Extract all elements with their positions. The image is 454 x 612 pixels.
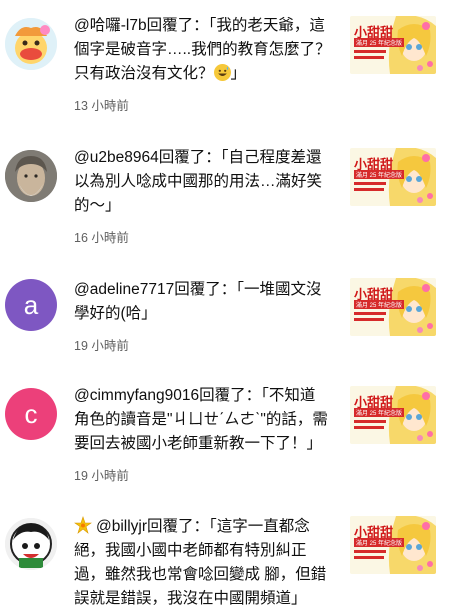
thumbnail-band: 滿月 25 年紀念版	[354, 408, 405, 417]
avatar[interactable]: c	[5, 388, 57, 440]
cartoon-avatar-icon	[5, 518, 57, 570]
cartoon-avatar-icon	[5, 18, 57, 70]
thumbnail-band: 滿月 25 年紀念版	[354, 170, 405, 179]
notification-message[interactable]: @billyjr回覆了：「這字一直都念 絕，我國小國中老師都有特別糾正 過，雖然…	[74, 515, 340, 611]
avatar[interactable]	[5, 518, 57, 570]
video-thumbnail[interactable]: 小甜甜 滿月 25 年紀念版	[350, 16, 436, 74]
message-line: 的～」	[74, 197, 121, 214]
thumbnail-band: 滿月 25 年紀念版	[354, 538, 405, 547]
notification-message[interactable]: @cimmyfang9016回覆了：「不知道 角色的讀音是"ㄐㄩㄝˊㄙㄜˋ"的話…	[74, 384, 340, 456]
message-line-suffix: 」	[230, 65, 247, 82]
message-line: 以為別人唸成中國那的用法…滿好笑	[74, 173, 323, 190]
video-thumbnail[interactable]: 小甜甜 滿月 25 年紀念版	[350, 386, 436, 444]
message-line: 絕，我國小國中老師都有特別糾正	[74, 542, 307, 559]
message-line: 個字是破音字…..我們的教育怎麼了？	[74, 41, 331, 58]
video-thumbnail[interactable]: 小甜甜 滿月 25 年紀念版	[350, 516, 436, 574]
message-line: 過，雖然我也常會唸回變成 腳，但錯	[74, 566, 327, 583]
avatar-letter: c	[24, 398, 38, 429]
person-photo-avatar-icon	[5, 150, 57, 202]
thumbnail-band: 滿月 25 年紀念版	[354, 300, 405, 309]
timestamp: 19 小時前	[74, 339, 129, 353]
message-line: @哈囉-l7b回覆了：「我的老天爺，這	[74, 17, 325, 34]
message-line: @cimmyfang9016回覆了：「不知道	[74, 387, 316, 404]
message-line: 要回去被國小老師重新教一下了！」	[74, 435, 323, 452]
notification-message[interactable]: @u2be8964回覆了：「自己程度差還 以為別人唸成中國那的用法…滿好笑 的～…	[74, 146, 340, 218]
message-line: 角色的讀音是"ㄐㄩㄝˊㄙㄜˋ"的話，需	[74, 411, 328, 428]
timestamp: 16 小時前	[74, 231, 129, 245]
message-line: 只有政治沒有文化？	[74, 65, 214, 82]
message-line: 誤就是錯誤，我沒在中國開頻道」	[74, 590, 307, 607]
timestamp: 13 小時前	[74, 99, 129, 113]
grinning-sweat-emoji-icon	[213, 64, 231, 81]
message-line: 學好的(哈」	[74, 305, 157, 322]
notification-message[interactable]: @adeline7717回覆了：「一堆國文沒 學好的(哈」	[74, 278, 340, 326]
video-thumbnail[interactable]: 小甜甜 滿月 25 年紀念版	[350, 278, 436, 336]
timestamp: 19 小時前	[74, 469, 129, 483]
notification-message[interactable]: @哈囉-l7b回覆了：「我的老天爺，這 個字是破音字…..我們的教育怎麼了？ 只…	[74, 14, 340, 86]
video-thumbnail[interactable]: 小甜甜 滿月 25 年紀念版	[350, 148, 436, 206]
avatar[interactable]	[5, 18, 57, 70]
message-line: @adeline7717回覆了：「一堆國文沒	[74, 281, 322, 298]
avatar[interactable]: a	[5, 279, 57, 331]
message-line: @u2be8964回覆了：「自己程度差還	[74, 149, 322, 166]
sparkle-icon	[74, 516, 92, 534]
avatar-letter: a	[23, 289, 39, 320]
thumbnail-band: 滿月 25 年紀念版	[354, 38, 405, 47]
avatar[interactable]	[5, 150, 57, 202]
message-line: @billyjr回覆了：「這字一直都念	[96, 518, 310, 535]
